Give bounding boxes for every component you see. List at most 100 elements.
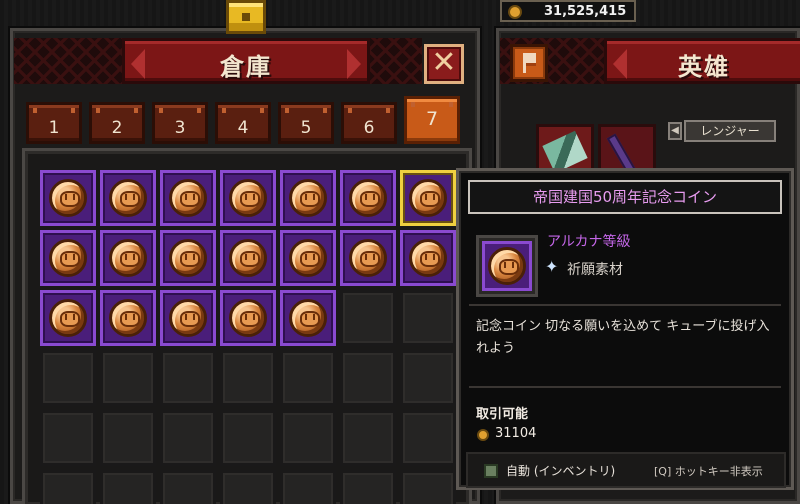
item-price: 31104 [495, 426, 537, 441]
close-x-icon: ✕ [431, 45, 457, 80]
inventory-slot-filled[interactable] [160, 290, 216, 346]
commemorative-coin-icon [109, 299, 147, 337]
inventory-slot-filled[interactable] [220, 230, 276, 286]
inventory-slot-empty[interactable] [340, 410, 396, 466]
inventory-slot-filled[interactable] [340, 230, 396, 286]
inventory-slot-empty[interactable] [40, 470, 96, 504]
commemorative-coin-icon [169, 239, 207, 277]
commemorative-coin-icon [409, 239, 447, 277]
item-tooltip: 帝国建国50周年記念コイン アルカナ等級 ✦ 祈願素材 記念コイン 切なる願いを… [456, 168, 794, 490]
commemorative-coin-icon [109, 239, 147, 277]
inventory-slot-filled[interactable] [40, 170, 96, 226]
inventory-slot-filled[interactable] [40, 230, 96, 286]
item-icon-frame [476, 235, 538, 297]
inventory-slot-empty[interactable] [400, 470, 456, 504]
banner-lace-left [14, 38, 124, 84]
axe-icon [542, 130, 588, 174]
commemorative-coin-icon [289, 179, 327, 217]
item-type: 祈願素材 [567, 262, 623, 278]
item-icon-slot [482, 241, 532, 291]
inventory-slot-filled[interactable] [400, 230, 456, 286]
commemorative-coin-icon [349, 179, 387, 217]
inventory-slot-filled[interactable] [280, 230, 336, 286]
commemorative-coin-icon [409, 179, 447, 217]
inventory-slot-filled[interactable] [220, 290, 276, 346]
inventory-slot-empty[interactable] [280, 350, 336, 406]
commemorative-coin-icon [349, 239, 387, 277]
inventory-slot-filled[interactable] [100, 170, 156, 226]
inventory-slot-empty[interactable] [400, 350, 456, 406]
warehouse-chest-icon [226, 0, 266, 34]
gold-coin-icon [508, 5, 522, 19]
close-button[interactable]: ✕ [424, 44, 464, 84]
inventory-slot-filled[interactable] [280, 290, 336, 346]
inventory-slot-empty[interactable] [40, 350, 96, 406]
tab-2[interactable]: 2 [89, 102, 145, 144]
tab-6[interactable]: 6 [341, 102, 397, 144]
commemorative-coin-icon [49, 179, 87, 217]
sparkle-icon: ✦ [545, 257, 559, 276]
inventory-slot-filled[interactable] [220, 170, 276, 226]
class-prev-button[interactable]: ◀ [668, 122, 682, 140]
inventory-slot-empty[interactable] [160, 350, 216, 406]
inventory-slot-empty[interactable] [100, 470, 156, 504]
commemorative-coin-icon [289, 239, 327, 277]
inventory-slot-empty[interactable] [340, 350, 396, 406]
inventory-slot-empty[interactable] [100, 350, 156, 406]
commemorative-coin-icon [169, 299, 207, 337]
chevron-right-icon [347, 49, 361, 79]
hero-title-banner: 英雄 [604, 38, 800, 84]
inventory-slot-empty[interactable] [340, 290, 396, 346]
item-name: 帝国建国50周年記念コイン [468, 180, 782, 214]
inventory-slot-empty[interactable] [280, 470, 336, 504]
divider [469, 304, 781, 306]
commemorative-coin-icon [49, 239, 87, 277]
inventory-slot-filled[interactable] [100, 290, 156, 346]
tab-1[interactable]: 1 [26, 102, 82, 144]
commemorative-coin-icon [49, 299, 87, 337]
inventory-slot-empty[interactable] [160, 470, 216, 504]
tab-4[interactable]: 4 [215, 102, 271, 144]
divider [469, 386, 781, 388]
commemorative-coin-icon [229, 299, 267, 337]
gold-amount: 31,525,415 [544, 4, 627, 19]
class-selector[interactable]: レンジャー [684, 120, 776, 142]
item-rarity: アルカナ等級 [547, 234, 631, 250]
warehouse-title-banner: 倉庫 [122, 38, 370, 84]
commemorative-coin-icon [488, 247, 526, 285]
inventory-slot-empty[interactable] [220, 470, 276, 504]
inventory-slot-empty[interactable] [220, 410, 276, 466]
inventory-slot-filled[interactable] [100, 230, 156, 286]
banner-lace-right [366, 38, 422, 84]
inventory-slot-empty[interactable] [100, 410, 156, 466]
trade-status: 取引可能 [476, 407, 529, 422]
inventory-icon [484, 464, 498, 478]
hotkey-hide-hint: [Q] ホットキー非表示 [654, 465, 763, 478]
commemorative-coin-icon [109, 179, 147, 217]
inventory-slot-empty[interactable] [400, 410, 456, 466]
inventory-slot-empty[interactable] [160, 410, 216, 466]
flag-button[interactable] [510, 44, 548, 82]
tab-3[interactable]: 3 [152, 102, 208, 144]
commemorative-coin-icon [289, 299, 327, 337]
auto-inventory-button[interactable]: 自動 (インベントリ) [506, 462, 615, 479]
inventory-slot-filled[interactable] [280, 170, 336, 226]
inventory-slot-filled[interactable] [40, 290, 96, 346]
inventory-slot-empty[interactable] [220, 350, 276, 406]
inventory-slot-filled[interactable] [160, 230, 216, 286]
tab-5[interactable]: 5 [278, 102, 334, 144]
warehouse-title: 倉庫 [220, 53, 272, 81]
inventory-slot-filled[interactable] [340, 170, 396, 226]
inventory-slot-empty[interactable] [400, 290, 456, 346]
inventory-slot-empty[interactable] [340, 470, 396, 504]
hint-bar: 自動 (インベントリ) [Q] ホットキー非表示 [466, 452, 786, 488]
tab-7[interactable]: 7 [404, 96, 460, 144]
commemorative-coin-icon [229, 239, 267, 277]
inventory-slot-filled[interactable] [400, 170, 456, 226]
gold-coin-icon [477, 429, 489, 441]
inventory-slot-empty[interactable] [40, 410, 96, 466]
inventory-slot-empty[interactable] [280, 410, 336, 466]
commemorative-coin-icon [229, 179, 267, 217]
commemorative-coin-icon [169, 179, 207, 217]
inventory-slot-filled[interactable] [160, 170, 216, 226]
